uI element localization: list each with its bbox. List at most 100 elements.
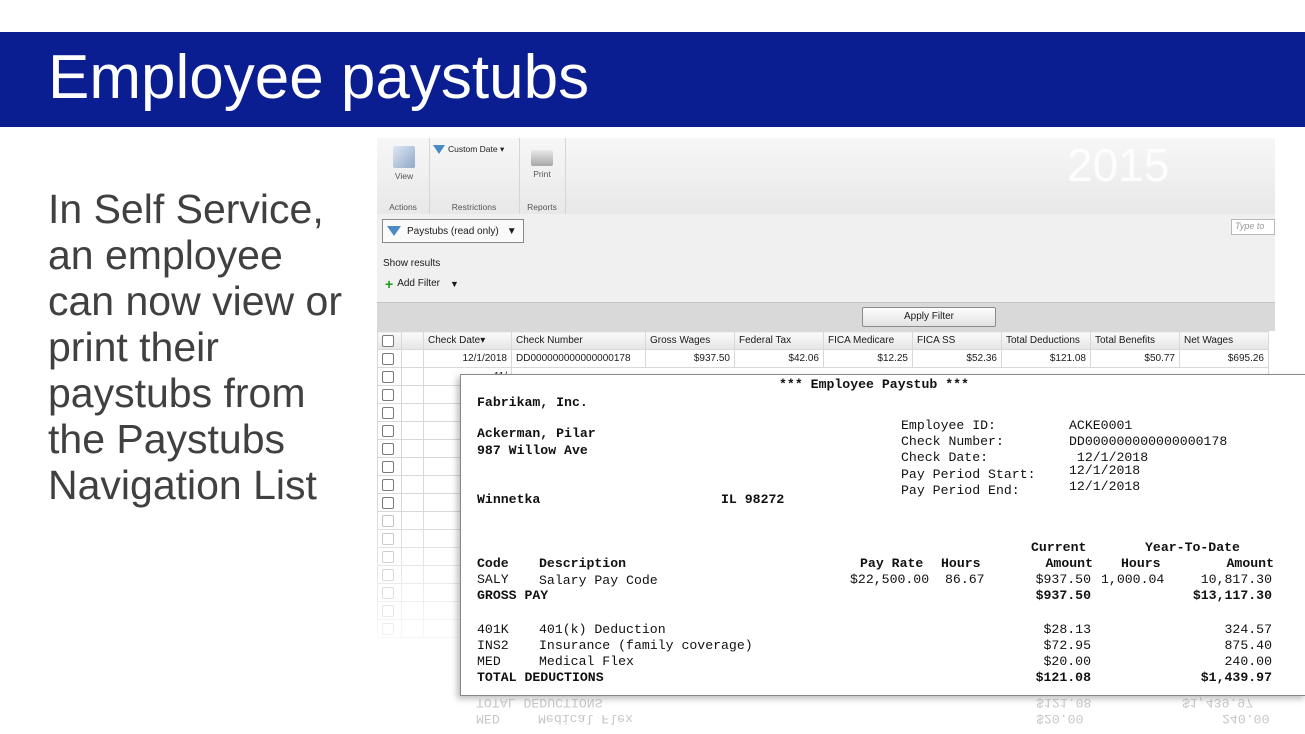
code-header: Code bbox=[477, 556, 509, 571]
total-deductions-label: TOTAL DEDUCTIONS bbox=[477, 670, 604, 685]
custom-date-label: Custom Date ▾ bbox=[448, 144, 505, 154]
row-checkbox[interactable] bbox=[377, 493, 402, 512]
amount-header: Amount bbox=[1045, 556, 1093, 571]
employee-name: Ackerman, Pilar bbox=[477, 426, 596, 441]
earning-description: Salary Pay Code bbox=[539, 573, 658, 588]
apply-filter-button[interactable]: Apply Filter bbox=[862, 307, 996, 327]
cell-gross-wages: $937.50 bbox=[645, 349, 735, 368]
funnel-icon bbox=[387, 226, 401, 236]
view-icon bbox=[393, 146, 415, 168]
row-checkbox[interactable] bbox=[377, 385, 402, 404]
grid-header-row: Check Date▾ Check Number Gross Wages Fed… bbox=[377, 331, 1269, 350]
cell-check-number: DD000000000000000178 bbox=[511, 349, 646, 368]
employee-state-zip: IL 98272 bbox=[721, 492, 785, 507]
hours-header: Hours bbox=[941, 556, 981, 571]
cell-fica-medicare: $12.25 bbox=[823, 349, 913, 368]
cell-federal-tax: $42.06 bbox=[734, 349, 824, 368]
row-checkbox[interactable] bbox=[377, 367, 402, 386]
gross-pay-current: $937.50 bbox=[1035, 588, 1091, 603]
select-all-checkbox[interactable] bbox=[377, 331, 402, 350]
deduction-code: MED bbox=[477, 654, 501, 669]
info-label: Check Date: bbox=[901, 450, 989, 465]
earning-pay-rate: $22,500.00 bbox=[850, 572, 930, 587]
view-button[interactable]: View bbox=[389, 146, 419, 181]
deduction-amount: $20.00 bbox=[1043, 654, 1091, 669]
column-header-check-date[interactable]: Check Date▾ bbox=[423, 331, 512, 350]
info-label: Check Number: bbox=[901, 434, 1004, 449]
total-deductions-ytd: $1,439.97 bbox=[1200, 670, 1272, 685]
row-checkbox[interactable] bbox=[377, 349, 402, 368]
column-header-total-benefits[interactable]: Total Benefits bbox=[1090, 331, 1180, 350]
row-checkbox[interactable] bbox=[377, 457, 402, 476]
ytd-hours-header: Hours bbox=[1121, 556, 1161, 571]
ribbon-group-reports: Print Reports bbox=[519, 138, 566, 214]
gross-pay-label: GROSS PAY bbox=[477, 588, 549, 603]
reflection-flip: TOTAL DEDUCTIONS $121.08 $1,439.97 MED M… bbox=[460, 694, 1305, 734]
apply-filter-strip: Apply Filter bbox=[377, 302, 1275, 331]
row-checkbox[interactable] bbox=[377, 421, 402, 440]
print-button-label: Print bbox=[533, 169, 551, 179]
column-header-net-wages[interactable]: Net Wages bbox=[1179, 331, 1269, 350]
ytd-amount-header: Amount bbox=[1226, 556, 1274, 571]
view-dropdown[interactable]: Paystubs (read only) ▼ bbox=[382, 219, 524, 243]
earning-code: SALY bbox=[477, 572, 509, 587]
cell-total-benefits: $50.77 bbox=[1090, 349, 1180, 368]
gross-pay-ytd: $13,117.30 bbox=[1192, 588, 1272, 603]
reflected-deduction-description: Medical Flex bbox=[538, 711, 633, 726]
info-label: Employee ID: bbox=[901, 418, 996, 433]
printer-icon bbox=[531, 150, 553, 166]
total-deductions-current: $121.08 bbox=[1035, 670, 1091, 685]
chevron-down-icon: ▼ bbox=[449, 278, 459, 289]
chevron-down-icon: ▼ bbox=[506, 225, 517, 237]
pay-period-start: 12/1/2018 bbox=[1069, 463, 1141, 478]
deduction-amount: $72.95 bbox=[1043, 638, 1091, 653]
earning-amount: $937.50 bbox=[1035, 572, 1091, 587]
cell-total-deductions: $121.08 bbox=[1001, 349, 1091, 368]
company-name: Fabrikam, Inc. bbox=[477, 395, 588, 410]
filter-icon bbox=[433, 145, 445, 154]
employee-city: Winnetka bbox=[477, 492, 541, 507]
view-dropdown-label: Paystubs (read only) bbox=[407, 225, 499, 237]
column-header-fica-ss[interactable]: FICA SS bbox=[912, 331, 1002, 350]
ribbon-group-label: Restrictions bbox=[451, 202, 497, 212]
pay-rate-header: Pay Rate bbox=[860, 556, 924, 571]
custom-date-dropdown[interactable]: Custom Date ▾ bbox=[433, 144, 504, 155]
deduction-ytd: 875.40 bbox=[1224, 638, 1272, 653]
ribbon-group-restrictions: Custom Date ▾ Restrictions bbox=[429, 138, 520, 214]
slide-body-text: In Self Service, an employee can now vie… bbox=[48, 186, 342, 508]
check-number: DD000000000000000178 bbox=[1069, 434, 1228, 449]
ribbon: View Actions Custom Date ▾ Restrictions … bbox=[377, 138, 1275, 215]
column-header-fica-medicare[interactable]: FICA Medicare bbox=[823, 331, 913, 350]
row-checkbox[interactable] bbox=[377, 475, 402, 494]
reflected-deduction-amount: $20.00 bbox=[1036, 711, 1084, 726]
add-filter-label: Add Filter bbox=[397, 278, 440, 289]
view-button-label: View bbox=[394, 171, 414, 181]
deduction-ytd: 324.57 bbox=[1224, 622, 1272, 637]
deduction-code: INS2 bbox=[477, 638, 509, 653]
add-filter-button[interactable]: + Add Filter ▼ bbox=[385, 277, 459, 291]
column-header-total-deductions[interactable]: Total Deductions bbox=[1001, 331, 1091, 350]
column-header-check-number[interactable]: Check Number bbox=[511, 331, 646, 350]
deduction-description: Medical Flex bbox=[539, 654, 634, 669]
column-header-gross-wages[interactable]: Gross Wages bbox=[645, 331, 735, 350]
info-label: Pay Period Start: bbox=[901, 467, 1036, 482]
print-button[interactable]: Print bbox=[527, 146, 557, 179]
row-checkbox[interactable] bbox=[377, 439, 402, 458]
paystub-document: *** Employee Paystub *** Fabrikam, Inc. … bbox=[460, 374, 1305, 696]
reflected-deduction-code: MED bbox=[476, 711, 500, 726]
search-input[interactable]: Type to bbox=[1231, 219, 1275, 235]
row-spacer bbox=[401, 349, 424, 368]
column-header-federal-tax[interactable]: Federal Tax bbox=[734, 331, 824, 350]
row-checkbox[interactable] bbox=[377, 403, 402, 422]
paystub-header: *** Employee Paystub *** bbox=[779, 377, 969, 392]
current-header: Current bbox=[1031, 540, 1087, 555]
employee-address: 987 Willow Ave bbox=[477, 443, 588, 458]
table-row[interactable]: 12/1/2018 DD000000000000000178 $937.50 $… bbox=[377, 349, 1269, 368]
description-header: Description bbox=[539, 556, 627, 571]
paystub-reflection: TOTAL DEDUCTIONS $121.08 $1,439.97 MED M… bbox=[460, 694, 1305, 734]
reflected-deduction-ytd: 240.00 bbox=[1222, 711, 1270, 726]
grid-header-spacer bbox=[401, 331, 424, 350]
ytd-header: Year-To-Date bbox=[1145, 540, 1240, 555]
cell-net-wages: $695.26 bbox=[1179, 349, 1269, 368]
deduction-ytd: 240.00 bbox=[1224, 654, 1272, 669]
